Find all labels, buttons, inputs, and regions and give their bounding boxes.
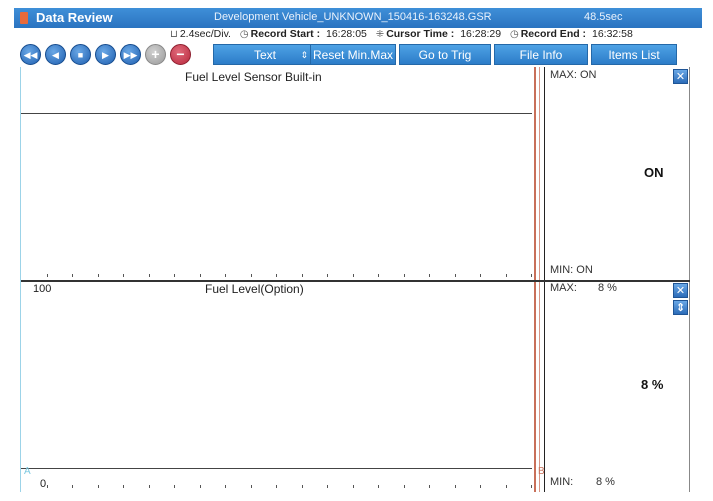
record-duration: 48.5sec [584, 11, 623, 23]
record-end-label: Record End : [520, 28, 587, 40]
marker-a[interactable]: A [24, 466, 31, 477]
axis-tick [123, 274, 124, 277]
axis-tick [46, 485, 48, 488]
axis-tick [72, 274, 73, 277]
axis-tick [454, 485, 456, 488]
reset-min-max-button[interactable]: Reset Min.Max [310, 44, 396, 65]
axis-tick [531, 485, 532, 488]
panel-2-ticks [21, 485, 532, 489]
axis-tick [429, 274, 430, 277]
cursor-time-label: Cursor Time : [386, 28, 455, 40]
panel-2-axis-top: 100 [33, 283, 52, 295]
panel-2-min-value: 8 % [596, 476, 615, 488]
axis-tick [480, 274, 481, 277]
zoom-out-button[interactable]: − [170, 44, 191, 65]
axis-tick [250, 485, 252, 488]
rewind-button[interactable]: ◀◀ [20, 44, 41, 65]
axis-tick [97, 274, 99, 277]
panel-2-signal-line [21, 468, 532, 469]
cursor-time-value: 16:28:29 [460, 28, 502, 40]
stop-button[interactable]: ■ [70, 44, 91, 65]
axis-tick [531, 274, 532, 277]
panel-2-max-label: MAX: [550, 282, 577, 294]
axis-tick [505, 485, 507, 488]
axis-tick [97, 485, 99, 488]
cursor-time-icon: ⁜ [375, 29, 385, 40]
record-end-icon: ◷ [509, 29, 519, 40]
axis-tick [403, 485, 405, 488]
app-title: Data Review [36, 10, 113, 25]
axis-tick [454, 274, 456, 277]
axis-tick [352, 485, 354, 488]
record-info-bar: ⊔ 2.4sec/Div. ◷ Record Start : 16:28:05 ⁜ C… [170, 28, 702, 42]
record-end-value: 16:32:58 [591, 28, 633, 40]
panel-1-title: Fuel Level Sensor Built-in [185, 70, 322, 84]
axis-tick [276, 485, 277, 488]
panel-2-close-button[interactable]: ✕ [673, 283, 688, 298]
axis-tick [480, 485, 481, 488]
record-start-icon: ◷ [239, 29, 249, 40]
record-start-label: Record Start : [250, 28, 321, 40]
axis-tick [225, 274, 226, 277]
axis-tick [199, 485, 201, 488]
view-mode-select[interactable]: Text ⇕ [213, 44, 317, 65]
panel-1-min: MIN: ON [550, 264, 593, 276]
title-bar: Data Review Development Vehicle_UNKNOWN_… [14, 8, 702, 28]
file-info-button[interactable]: File Info [494, 44, 588, 65]
panel-2-title: Fuel Level(Option) [205, 282, 304, 296]
axis-tick [327, 485, 328, 488]
axis-tick [378, 274, 379, 277]
panel-2-min-label: MIN: [550, 476, 574, 488]
axis-tick [174, 485, 175, 488]
panel-1-close-button[interactable]: ✕ [673, 69, 688, 84]
panel-1-current-value: ON [644, 165, 664, 180]
zoom-in-button[interactable]: + [145, 44, 166, 65]
items-list-button[interactable]: Items List [591, 44, 677, 65]
axis-tick [301, 485, 303, 488]
go-to-trig-button[interactable]: Go to Trig [399, 44, 491, 65]
prev-button[interactable]: ◀ [45, 44, 66, 65]
toolbar: ◀◀ ◀ ■ ▶ ▶▶ + − Text ⇕ Reset Min.Max Go … [14, 42, 702, 66]
axis-tick [72, 485, 73, 488]
marker-b[interactable]: B [538, 466, 545, 477]
axis-tick [148, 274, 150, 277]
time-div-icon: ⊔ [170, 29, 178, 40]
axis-tick [301, 274, 303, 277]
axis-tick [148, 485, 150, 488]
axis-tick [276, 274, 277, 277]
axis-tick [225, 485, 226, 488]
axis-tick [327, 274, 328, 277]
time-div-label: 2.4sec/Div. [179, 28, 231, 40]
panel-2-order-button[interactable]: ⇕ [673, 300, 688, 315]
app-icon [20, 12, 28, 24]
panel-2-current-value: 8 % [641, 377, 664, 392]
axis-tick [123, 485, 124, 488]
updown-icon: ⇕ [300, 50, 308, 60]
axis-tick [250, 274, 252, 277]
panel-1-signal-line [21, 113, 532, 114]
axis-tick [174, 274, 175, 277]
panel-1-ticks [21, 274, 532, 278]
axis-tick [403, 274, 405, 277]
axis-tick [429, 485, 430, 488]
panel-1-max: MAX: ON [550, 69, 597, 81]
axis-tick [46, 274, 48, 277]
fast-forward-button[interactable]: ▶▶ [120, 44, 141, 65]
play-button[interactable]: ▶ [95, 44, 116, 65]
axis-tick [505, 274, 507, 277]
record-start-value: 16:28:05 [326, 28, 367, 40]
file-name: Development Vehicle_UNKNOWN_150416-16324… [214, 11, 492, 23]
view-mode-value: Text [253, 48, 276, 62]
panel-divider [21, 280, 690, 282]
axis-tick [352, 274, 354, 277]
axis-tick [199, 274, 201, 277]
panel-2-max-value: 8 % [598, 282, 617, 294]
axis-tick [378, 485, 379, 488]
